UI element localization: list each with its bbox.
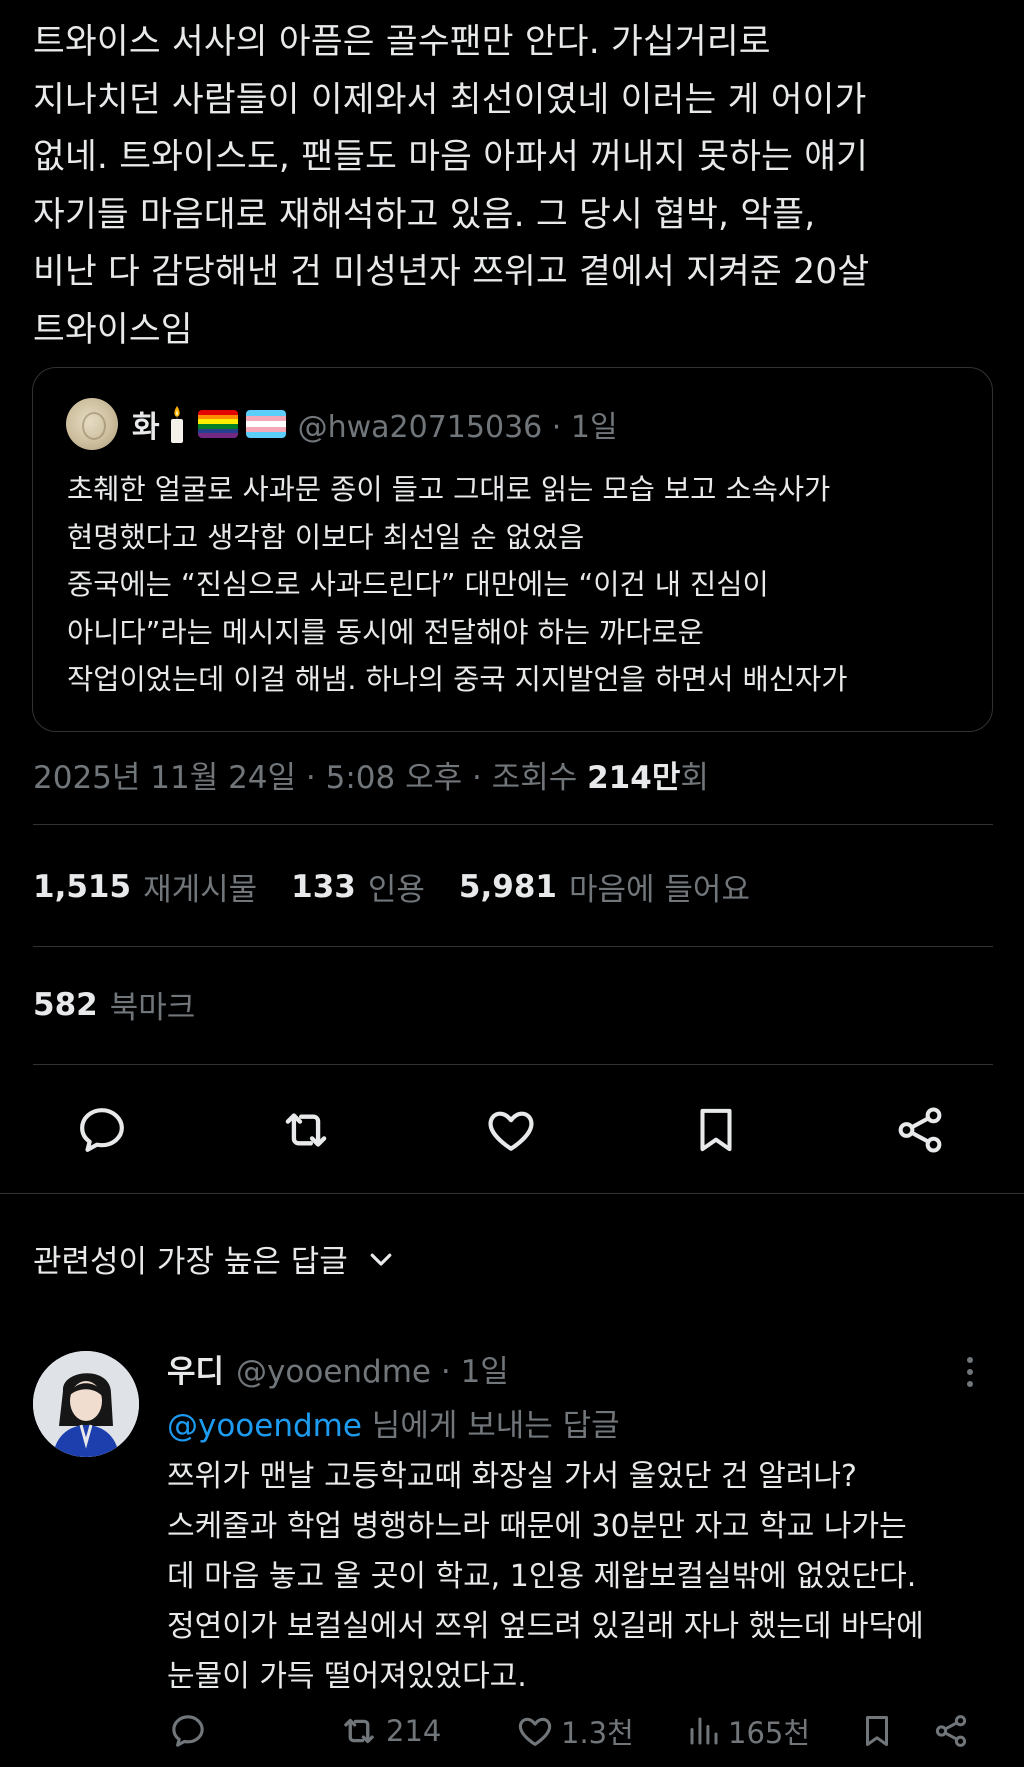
quote-count[interactable]: 133 xyxy=(291,869,356,905)
engagement-stats: 1,515 재게시물 133 인용 5,981 마음에 들어요 xyxy=(33,864,784,909)
chevron-down-icon xyxy=(370,1253,392,1266)
more-vertical-icon xyxy=(967,1357,973,1387)
share-icon xyxy=(935,1715,967,1747)
replying-to: @yooendme 님에게 보내는 답글 xyxy=(167,1408,620,1444)
view-count: 214만 xyxy=(587,760,681,796)
reply-reply-button[interactable] xyxy=(168,1706,214,1756)
post-text: 트와이스 서사의 아픔은 골수팬만 안다. 가십거리로 지나치던 사람들이 이제… xyxy=(33,22,870,350)
share-button[interactable] xyxy=(890,1100,950,1160)
reply-author-name[interactable]: 우디 xyxy=(167,1346,224,1391)
quote-label[interactable]: 인용 xyxy=(368,864,425,909)
share-icon xyxy=(898,1107,942,1153)
bookmark-count: 582 xyxy=(33,986,98,1023)
reply-time: · 1일 xyxy=(440,1354,509,1390)
quoted-post[interactable]: 화 @hwa20715036 · 1일 초췌한 얼굴로 사과문 종이 들고 그대… xyxy=(32,367,993,732)
quoted-author-avatar[interactable] xyxy=(66,398,118,450)
bookmark-stats: 582 북마크 xyxy=(33,982,195,1027)
reply-view-count: 165천 xyxy=(728,1716,811,1750)
quoted-post-text: 초췌한 얼굴로 사과문 종이 들고 그대로 읽는 모습 보고 소속사가 현명했다… xyxy=(67,473,848,696)
repost-icon xyxy=(344,1718,374,1744)
quoted-author-name[interactable]: 화 xyxy=(132,402,160,446)
reply-header: 우디 @yooendme · 1일 xyxy=(167,1346,509,1391)
reply-bookmark-button[interactable] xyxy=(858,1706,902,1756)
quoted-post-time: · 1일 xyxy=(551,410,618,445)
like-icon xyxy=(518,1717,552,1746)
divider xyxy=(33,946,993,947)
reply-repost-button[interactable]: 214 xyxy=(338,1706,441,1756)
reply-views-button[interactable]: 165천 xyxy=(686,1706,810,1756)
bookmark-label: 북마크 xyxy=(109,990,196,1026)
rainbow-flag-icon xyxy=(197,410,238,438)
bookmark-icon xyxy=(865,1716,889,1746)
quoted-post-header: 화 @hwa20715036 · 1일 xyxy=(66,398,618,450)
reply-like-button[interactable]: 1.3천 xyxy=(515,1706,634,1756)
post-action-bar xyxy=(0,1100,1024,1160)
reply-share-button[interactable] xyxy=(932,1706,976,1756)
transgender-flag-icon xyxy=(245,410,286,438)
post-timestamp: 2025년 11월 24일 · 5:08 오후 · 조회수 214만회 xyxy=(33,760,709,796)
repost-button[interactable] xyxy=(276,1100,336,1160)
repost-icon xyxy=(285,1113,327,1147)
reply-text: 쯔위가 맨날 고등학교때 화장실 가서 울었단 건 알려나? 스케줄과 학업 병… xyxy=(167,1459,924,1694)
repost-label[interactable]: 재게시물 xyxy=(143,864,257,909)
reply-action-bar: 214 1.3천 165천 xyxy=(0,1706,1024,1756)
bookmark-button[interactable] xyxy=(686,1100,746,1160)
like-button[interactable] xyxy=(481,1100,541,1160)
like-count[interactable]: 5,981 xyxy=(459,869,557,905)
reply-icon xyxy=(172,1715,204,1747)
bookmark-icon xyxy=(700,1108,732,1152)
reply-like-count: 1.3천 xyxy=(561,1716,634,1750)
repost-count[interactable]: 1,515 xyxy=(33,869,131,905)
analytics-icon xyxy=(690,1717,718,1745)
reply-button[interactable] xyxy=(72,1100,132,1160)
reply-author-handle: @yooendme · 1일 xyxy=(236,1354,509,1390)
divider xyxy=(0,1193,1024,1194)
replying-to-mention[interactable]: @yooendme xyxy=(167,1408,362,1444)
like-label[interactable]: 마음에 들어요 xyxy=(569,864,750,909)
quoted-author-handle: @hwa20715036 · 1일 xyxy=(297,410,618,445)
more-options-button[interactable] xyxy=(960,1352,980,1392)
divider xyxy=(33,824,993,825)
candle-emoji-icon xyxy=(164,404,190,444)
reply-sort-dropdown[interactable]: 관련성이 가장 높은 답글 xyxy=(33,1236,396,1281)
reply-icon xyxy=(80,1108,124,1152)
reply-sort-label: 관련성이 가장 높은 답글 xyxy=(33,1244,348,1280)
like-icon xyxy=(488,1111,534,1151)
divider xyxy=(33,1064,993,1065)
reply-author-avatar[interactable] xyxy=(33,1351,139,1457)
reply-repost-count: 214 xyxy=(386,1714,442,1748)
